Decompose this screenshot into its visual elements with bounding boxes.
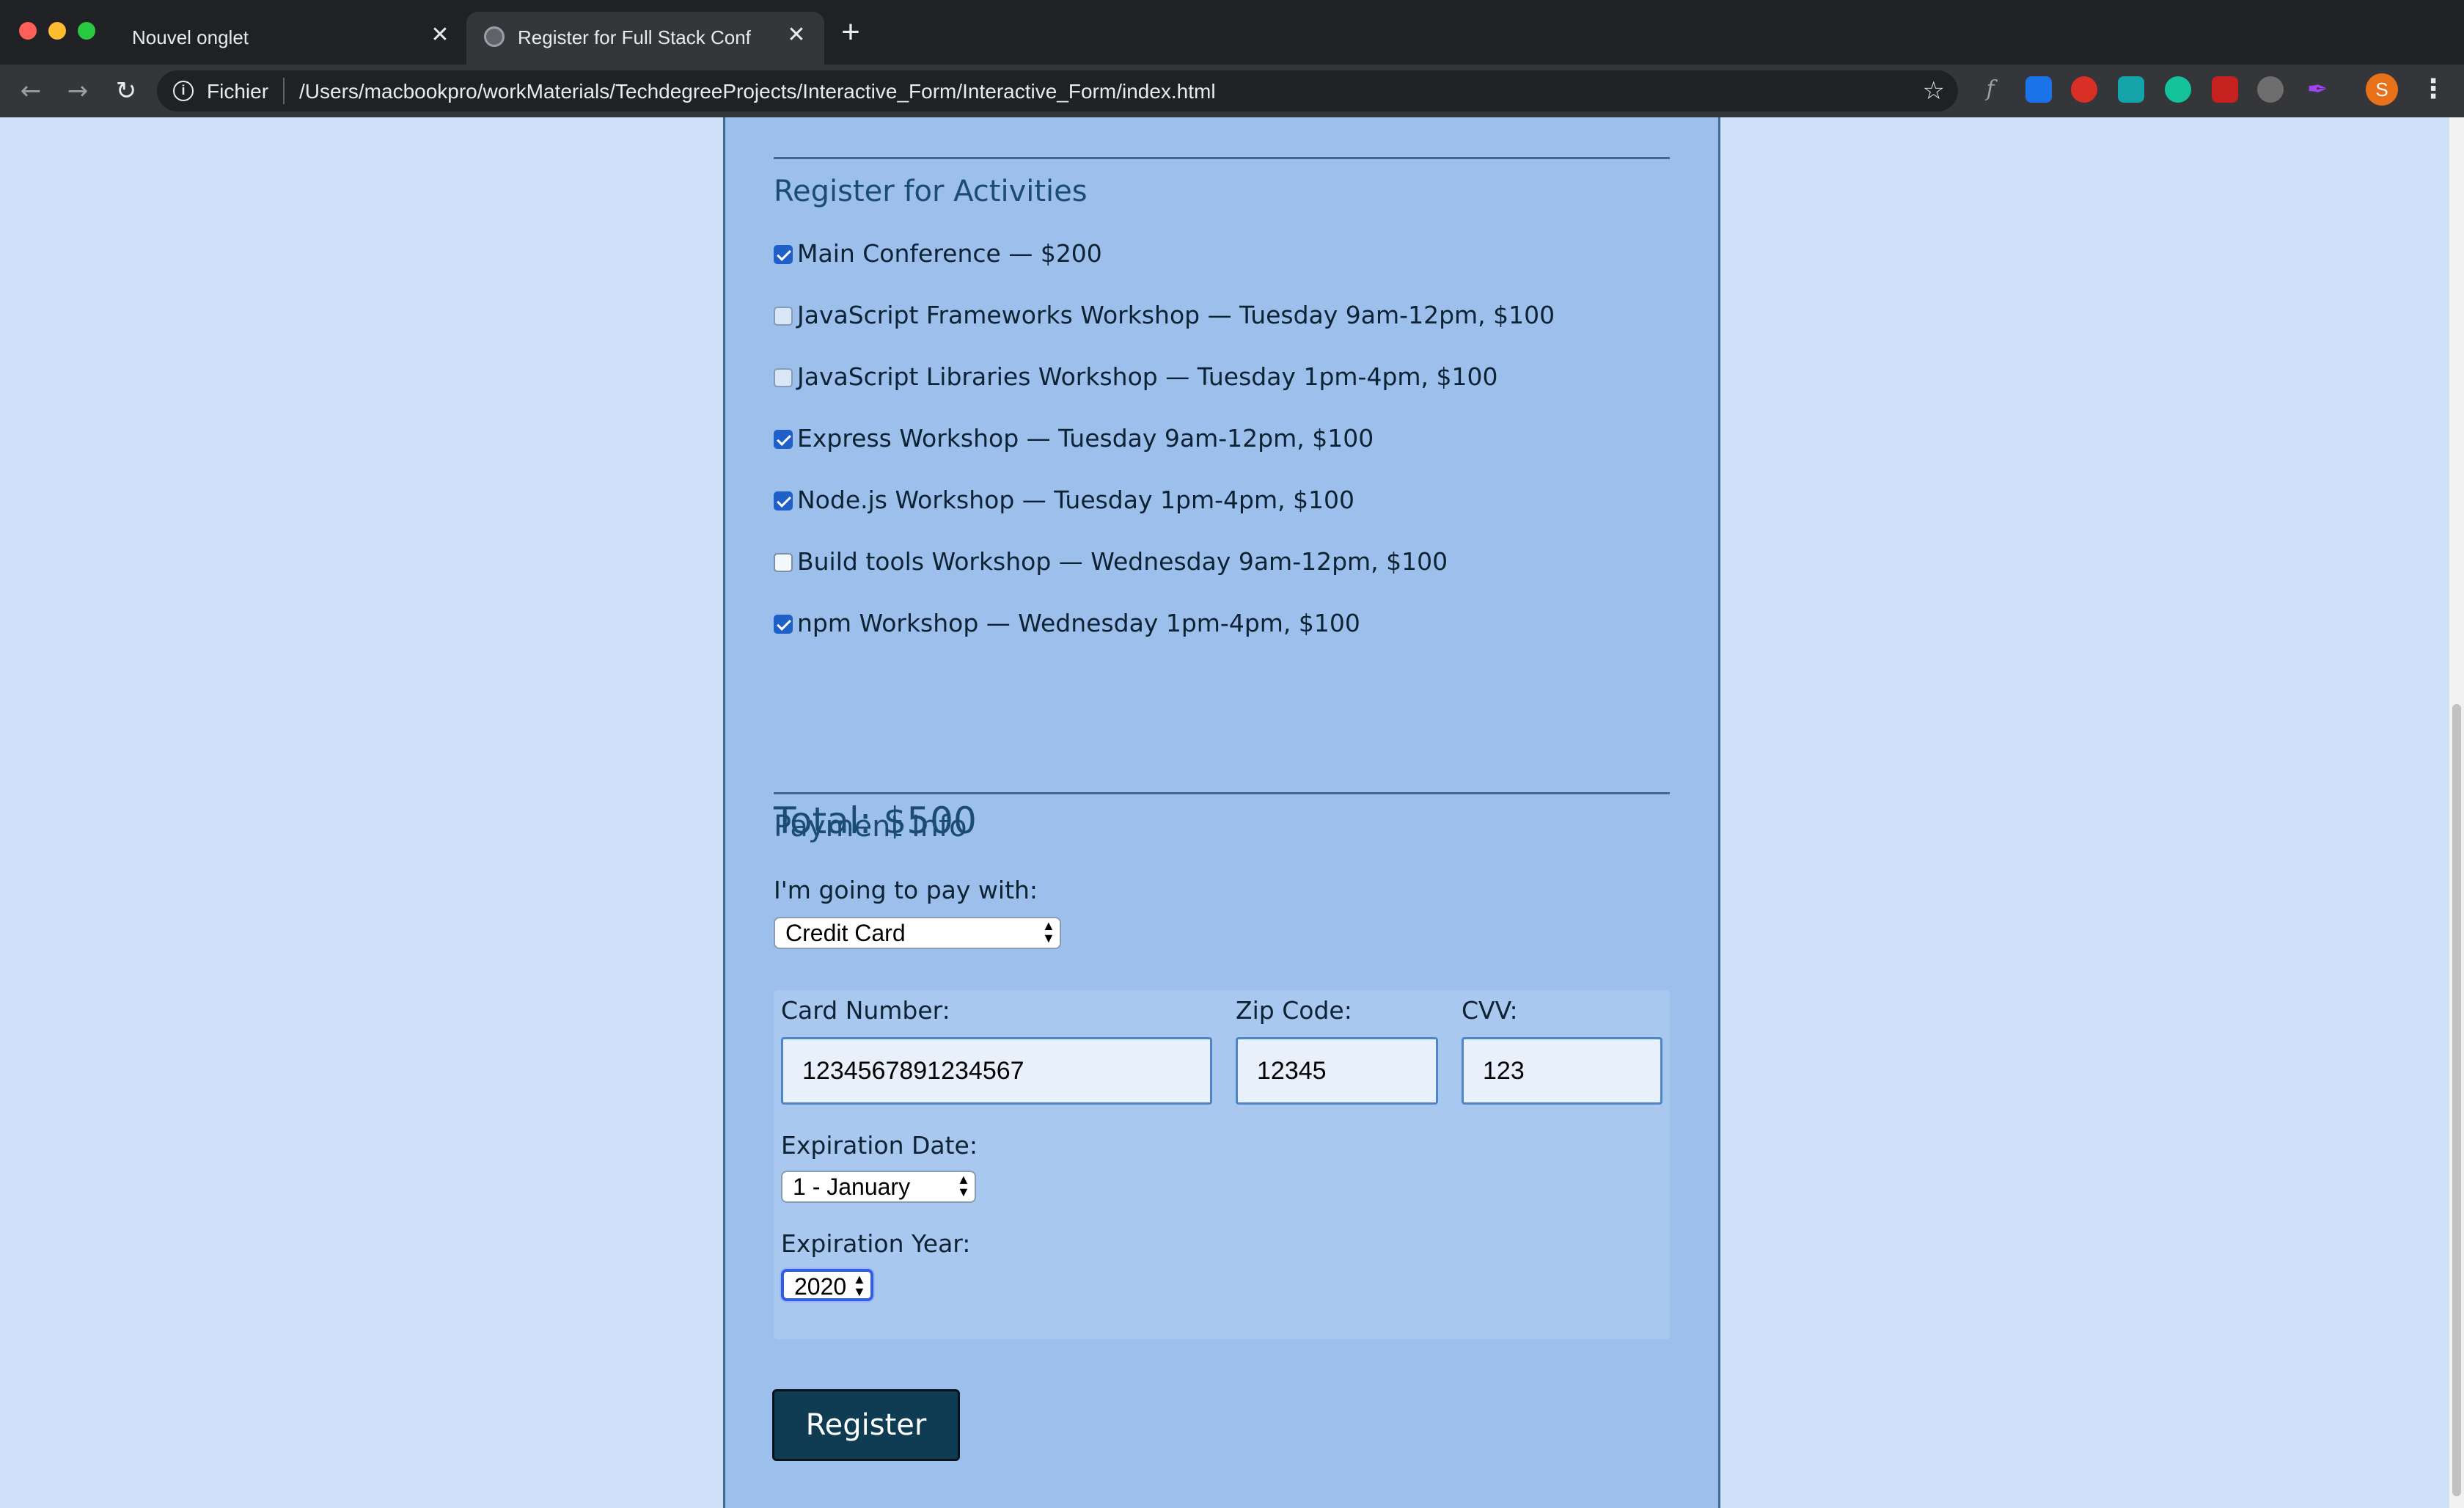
pen-icon[interactable]: ✒ bbox=[2304, 76, 2331, 103]
card-number-input[interactable]: 1234567891234567 bbox=[781, 1037, 1212, 1105]
activity-label: JavaScript Frameworks Workshop — Tuesday… bbox=[797, 301, 1555, 329]
activity-label: Build tools Workshop — Wednesday 9am-12p… bbox=[797, 547, 1448, 576]
new-tab-button[interactable]: + bbox=[836, 16, 865, 48]
payment-legend: Payment Info bbox=[774, 810, 967, 843]
activity-label: npm Workshop — Wednesday 1pm-4pm, $100 bbox=[797, 609, 1360, 637]
activity-label: Node.js Workshop — Tuesday 1pm-4pm, $100 bbox=[797, 486, 1355, 514]
address-url[interactable]: /Users/macbookpro/workMaterials/Techdegr… bbox=[299, 80, 1216, 103]
extension-blue-icon[interactable] bbox=[2025, 76, 2052, 103]
zip-code-label: Zip Code: bbox=[1236, 996, 1352, 1025]
tab-label: Register for Full Stack Conf bbox=[518, 26, 751, 48]
back-arrow-icon[interactable]: ← bbox=[15, 75, 47, 107]
activity-main-conference[interactable]: Main Conference — $200 bbox=[774, 239, 1102, 268]
card-number-label: Card Number: bbox=[781, 996, 950, 1025]
page-viewport: Register for Activities Main Conference … bbox=[0, 117, 2449, 1508]
browser-menu-icon[interactable]: ⋮ bbox=[2420, 73, 2446, 106]
scrollbar-thumb[interactable] bbox=[2452, 704, 2461, 1496]
profile-avatar[interactable]: S bbox=[2366, 73, 2398, 106]
payment-method-label: I'm going to pay with: bbox=[774, 876, 1038, 904]
tab-nouvel-onglet[interactable]: Nouvel onglet ✕ bbox=[110, 12, 468, 65]
register-button[interactable]: Register bbox=[772, 1389, 960, 1461]
expiration-year-label: Expiration Year: bbox=[781, 1229, 971, 1258]
activity-label: Main Conference — $200 bbox=[797, 239, 1102, 268]
activity-checkbox[interactable] bbox=[774, 368, 793, 387]
section-divider bbox=[774, 792, 1670, 794]
expiration-date-value: 1 - January bbox=[793, 1174, 911, 1200]
activity-label: Express Workshop — Tuesday 9am-12pm, $10… bbox=[797, 424, 1374, 453]
address-bar[interactable]: i Fichier /Users/macbookpro/workMaterial… bbox=[157, 70, 1958, 111]
function-icon[interactable]: f bbox=[1977, 76, 2003, 103]
tab-close-icon[interactable]: ✕ bbox=[427, 22, 453, 48]
activity-npm[interactable]: npm Workshop — Wednesday 1pm-4pm, $100 bbox=[774, 609, 1360, 637]
tab-label: Nouvel onglet bbox=[132, 26, 249, 48]
address-divider bbox=[283, 78, 285, 104]
adblock-icon[interactable] bbox=[2071, 76, 2097, 103]
globe-icon bbox=[484, 26, 505, 47]
cvv-label: CVV: bbox=[1462, 996, 1518, 1025]
image-extension-icon[interactable] bbox=[2118, 76, 2144, 103]
expiration-date-label: Expiration Date: bbox=[781, 1131, 978, 1160]
payment-method-value: Credit Card bbox=[785, 920, 906, 946]
select-arrows-icon: ▲ ▼ bbox=[957, 1172, 970, 1199]
window-minimize-button[interactable] bbox=[48, 22, 66, 40]
activity-label: JavaScript Libraries Workshop — Tuesday … bbox=[797, 362, 1498, 391]
grammarly-icon[interactable] bbox=[2165, 76, 2191, 103]
activity-build-tools[interactable]: Build tools Workshop — Wednesday 9am-12p… bbox=[774, 547, 1448, 576]
activity-checkbox[interactable] bbox=[774, 430, 793, 449]
zip-code-input[interactable]: 12345 bbox=[1236, 1037, 1438, 1105]
reload-icon[interactable]: ↻ bbox=[110, 75, 142, 107]
activity-checkbox[interactable] bbox=[774, 307, 793, 326]
activity-checkbox[interactable] bbox=[774, 553, 793, 572]
activity-nodejs[interactable]: Node.js Workshop — Tuesday 1pm-4pm, $100 bbox=[774, 486, 1354, 514]
activity-js-libraries[interactable]: JavaScript Libraries Workshop — Tuesday … bbox=[774, 362, 1498, 391]
payment-method-select[interactable]: Credit Card ▲ ▼ bbox=[774, 917, 1061, 949]
activity-js-frameworks[interactable]: JavaScript Frameworks Workshop — Tuesday… bbox=[774, 301, 1555, 329]
section-divider bbox=[774, 157, 1670, 159]
activity-checkbox[interactable] bbox=[774, 615, 793, 634]
cvv-input[interactable]: 123 bbox=[1462, 1037, 1662, 1105]
expiration-date-select[interactable]: 1 - January ▲ ▼ bbox=[781, 1171, 976, 1203]
tab-close-icon[interactable]: ✕ bbox=[783, 22, 810, 48]
bookmark-star-icon[interactable]: ☆ bbox=[1923, 76, 1945, 106]
select-arrows-icon: ▲ ▼ bbox=[1042, 918, 1055, 945]
forward-arrow-icon[interactable]: → bbox=[62, 75, 94, 107]
select-arrows-icon: ▲ ▼ bbox=[853, 1272, 866, 1299]
address-scheme-label: Fichier bbox=[207, 80, 269, 103]
activities-legend: Register for Activities bbox=[774, 175, 1088, 208]
form-panel: Register for Activities Main Conference … bbox=[723, 117, 1720, 1508]
window-zoom-button[interactable] bbox=[78, 22, 95, 40]
activity-checkbox[interactable] bbox=[774, 245, 793, 264]
window-close-button[interactable] bbox=[19, 22, 37, 40]
extension-red-icon[interactable] bbox=[2212, 76, 2238, 103]
info-icon[interactable]: i bbox=[173, 81, 194, 101]
expiration-year-value: 2020 bbox=[794, 1273, 847, 1300]
activity-checkbox[interactable] bbox=[774, 491, 793, 510]
pinterest-icon[interactable] bbox=[2257, 76, 2284, 103]
expiration-year-select[interactable]: 2020 ▲ ▼ bbox=[781, 1269, 873, 1301]
tab-register-for-full-stack-conf[interactable]: Register for Full Stack Conf ✕ bbox=[466, 12, 824, 65]
page-scrollbar[interactable] bbox=[2449, 117, 2464, 1508]
browser-tab-bar: Nouvel onglet ✕ Register for Full Stack … bbox=[0, 0, 2464, 65]
activity-express[interactable]: Express Workshop — Tuesday 9am-12pm, $10… bbox=[774, 424, 1374, 453]
